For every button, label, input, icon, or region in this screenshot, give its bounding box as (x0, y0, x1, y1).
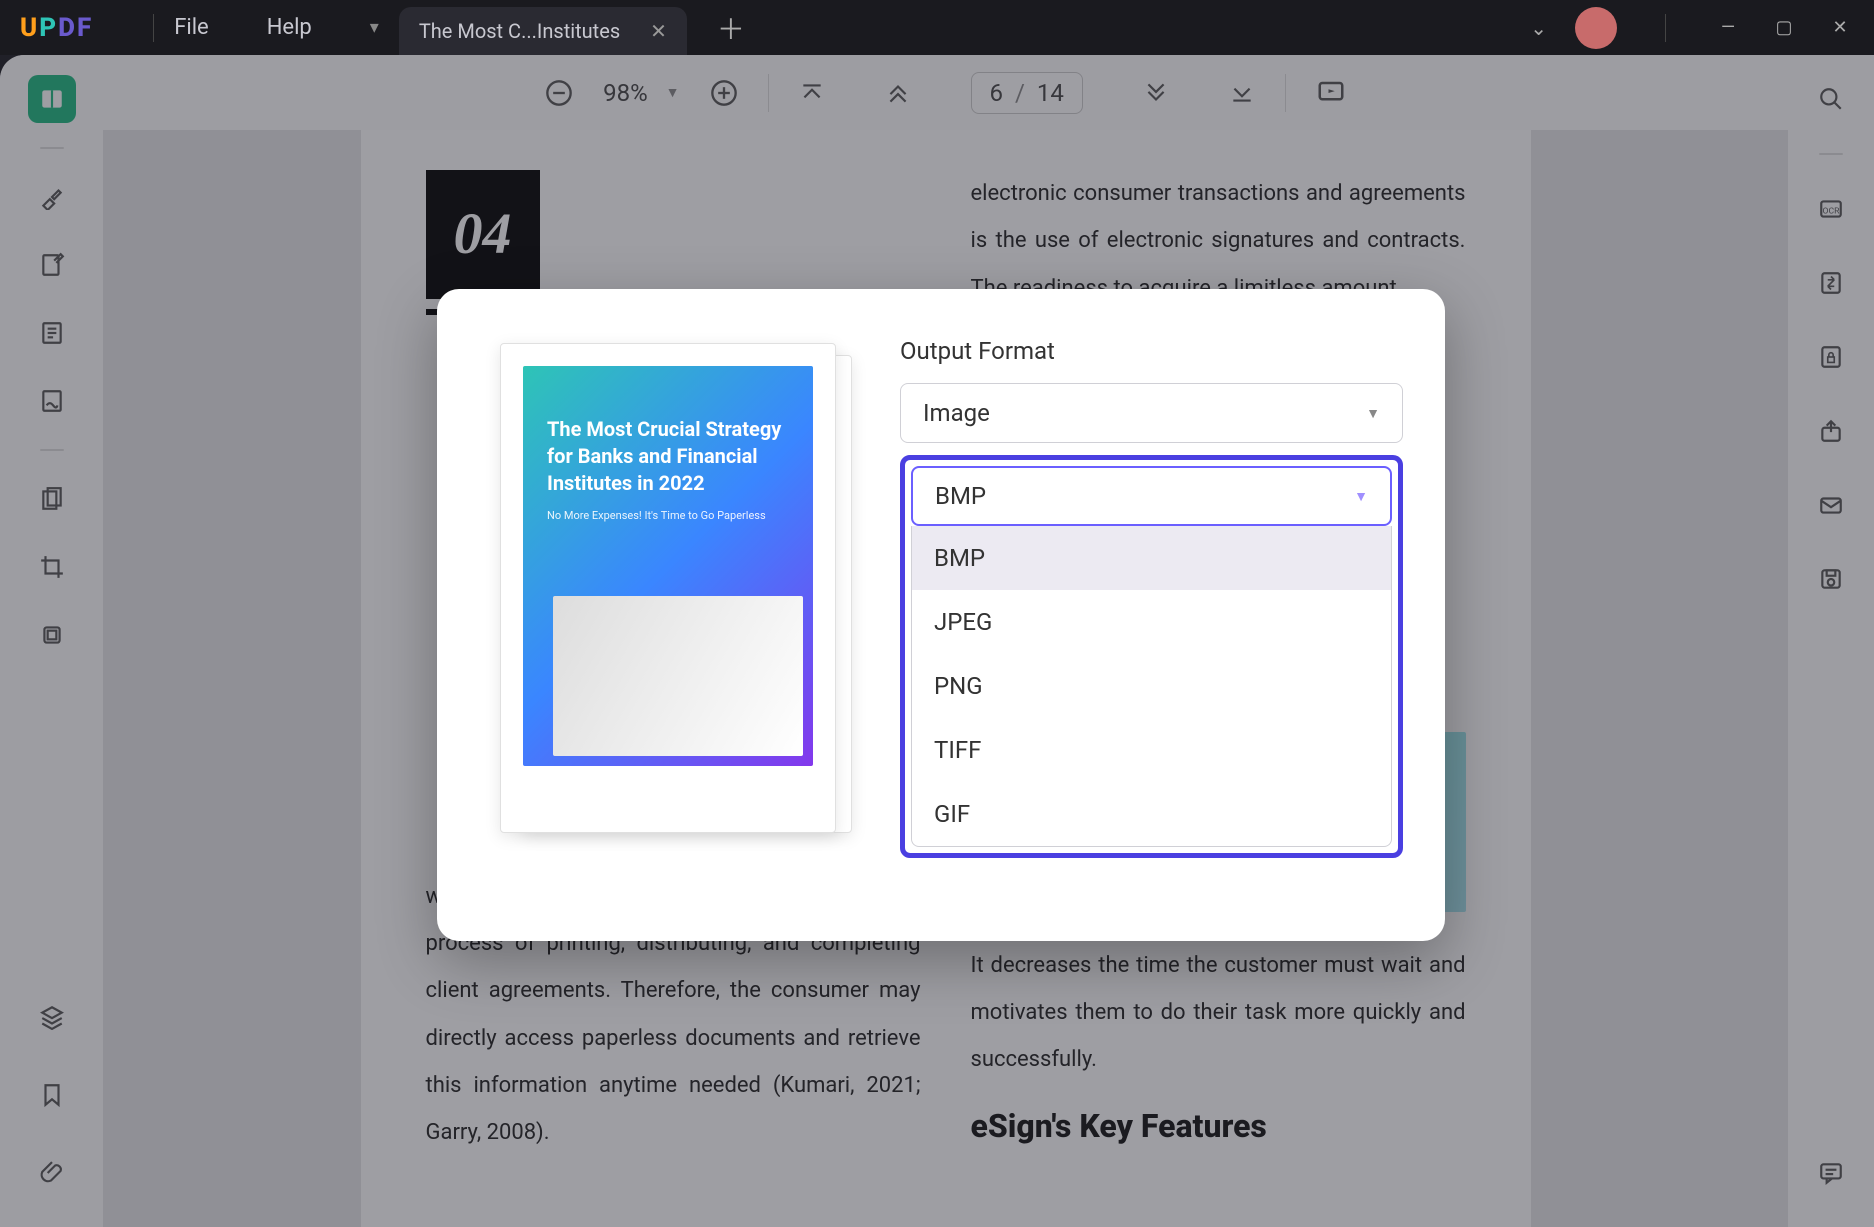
preview-cover-image (553, 596, 803, 756)
menu-file[interactable]: File (174, 15, 209, 40)
image-format-value: BMP (935, 482, 986, 510)
image-format-highlight: BMP ▼ BMP JPEG PNG TIFF GIF (900, 455, 1403, 858)
dropdown-option-gif[interactable]: GIF (912, 782, 1391, 846)
dropdown-option-jpeg[interactable]: JPEG (912, 590, 1391, 654)
new-tab-button[interactable]: ＋ (717, 8, 745, 48)
preview-page-front: The Most Crucial Strategy for Banks and … (500, 343, 836, 833)
output-format-select[interactable]: Image ▼ (900, 383, 1403, 443)
document-tab[interactable]: The Most C...Institutes ✕ (399, 7, 687, 55)
app-logo: UPDF (20, 13, 93, 43)
image-format-dropdown: BMP JPEG PNG TIFF GIF (911, 526, 1392, 847)
menu-help[interactable]: Help (267, 15, 312, 40)
minimize-button[interactable]: — (1714, 17, 1742, 38)
maximize-button[interactable]: ▢ (1770, 17, 1798, 38)
caret-down-icon: ▼ (1354, 488, 1368, 505)
output-format-value: Image (923, 399, 990, 427)
dropdown-option-tiff[interactable]: TIFF (912, 718, 1391, 782)
export-preview: The Most Crucial Strategy for Banks and … (485, 337, 855, 899)
user-avatar[interactable] (1575, 7, 1617, 49)
caret-down-icon: ▼ (1366, 405, 1380, 422)
chevron-down-icon[interactable]: ⌄ (1530, 16, 1547, 40)
output-format-label: Output Format (900, 337, 1403, 365)
dropdown-option-bmp[interactable]: BMP (912, 526, 1391, 590)
export-modal: The Most Crucial Strategy for Banks and … (437, 289, 1445, 941)
export-form: Output Format Image ▼ BMP ▼ BMP JPEG PNG… (855, 337, 1403, 899)
image-format-select[interactable]: BMP ▼ (911, 466, 1392, 526)
tab-close-icon[interactable]: ✕ (650, 19, 667, 43)
tab-list-dropdown[interactable]: ▾ (370, 17, 379, 38)
titlebar: UPDF File Help ▾ The Most C...Institutes… (0, 0, 1874, 55)
tab-title: The Most C...Institutes (419, 19, 620, 43)
preview-cover: The Most Crucial Strategy for Banks and … (523, 366, 813, 766)
close-window-button[interactable]: ✕ (1826, 17, 1854, 38)
dropdown-option-png[interactable]: PNG (912, 654, 1391, 718)
